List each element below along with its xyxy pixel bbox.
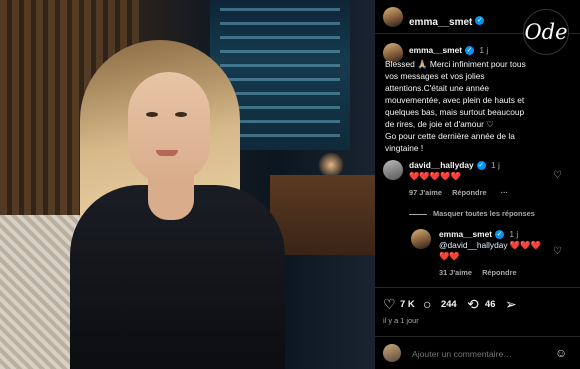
verified-badge-icon: ✓: [465, 46, 475, 56]
comment-more-icon[interactable]: ···: [501, 188, 508, 197]
divider: [409, 213, 427, 215]
hide-replies-row[interactable]: Masquer toutes les réponses: [409, 209, 535, 218]
comment-composer: ☺: [375, 336, 580, 369]
verified-badge-icon: ✓: [476, 161, 486, 171]
ode-logo: Ode: [523, 9, 569, 55]
author-name[interactable]: emma__smet: [409, 17, 472, 28]
caption-line: Go pour cette dernière année de la: [385, 131, 515, 141]
header-author[interactable]: emma__smet ✓: [409, 12, 485, 30]
reply-heart-icon[interactable]: ♡: [553, 246, 562, 257]
caption-line: vingtaine !: [385, 143, 424, 153]
caption-line: Blessed 🙏🏼 Merci infiniment pour tous: [385, 59, 526, 69]
comment-likes[interactable]: 97 J'aime: [409, 188, 442, 197]
smile: [156, 150, 178, 156]
verified-badge-icon: ✓: [495, 230, 505, 240]
comment-text: ❤️❤️❤️❤️❤️: [409, 171, 462, 181]
verified-badge-icon: ✓: [475, 16, 485, 26]
reply-author[interactable]: emma__smet: [439, 229, 492, 239]
comment-author[interactable]: david__hallyday: [409, 160, 474, 170]
reply-meta: 31 J'aime Répondre: [439, 268, 517, 277]
viewer-avatar: [383, 344, 401, 362]
comment-heart-icon[interactable]: ♡: [553, 170, 562, 181]
reply-mention[interactable]: @david__hallyday: [439, 240, 508, 250]
post-time-ago: il y a 1 jour: [383, 316, 419, 325]
share-icon[interactable]: ➢: [505, 296, 517, 313]
commenter-avatar[interactable]: [383, 160, 403, 180]
reply-avatar[interactable]: [411, 229, 431, 249]
reply-text: @david__hallyday ❤️❤️❤️: [439, 240, 541, 251]
comment-header: david__hallyday ✓ 1 j: [409, 160, 500, 171]
reply-time: 1 j: [509, 229, 519, 239]
face: [128, 72, 210, 182]
reposts-count: 46: [485, 298, 496, 309]
comments-count: 244: [441, 298, 457, 309]
caption-line: vos messages et vos jolies: [385, 71, 485, 81]
reply-reply-button[interactable]: Répondre: [482, 268, 517, 277]
post-side-panel: emma__smet ✓ Ode emma__smet ✓ 1 j Blessed …: [375, 0, 580, 369]
post-photo: [0, 0, 375, 369]
restaurant-table: [270, 175, 375, 255]
comment-time: 1 j: [491, 160, 500, 170]
caption-line: de rires, de joie et d'amour ♡: [385, 119, 494, 129]
hide-replies-button[interactable]: Masquer toutes les réponses: [433, 209, 535, 218]
eye-left: [146, 112, 158, 117]
caption-line: quelques bas, mais surtout beaucoup: [385, 107, 525, 117]
reply-header: emma__smet ✓ 1 j: [439, 229, 519, 240]
reply-hearts: ❤️❤️❤️: [509, 240, 542, 250]
caption-text: Blessed 🙏🏼 Merci infiniment pour tous vo…: [385, 58, 565, 154]
caption-line: mouvementée, avec plein de hauts et: [385, 95, 525, 105]
repost-icon[interactable]: ⟲: [467, 296, 479, 313]
comment-meta: 97 J'aime Répondre ···: [409, 188, 508, 197]
heart-icon[interactable]: ♡: [383, 296, 396, 313]
add-comment-input[interactable]: [412, 349, 542, 359]
caption-author[interactable]: emma__smet: [409, 45, 462, 55]
reply-hearts-line2: ❤️❤️: [439, 251, 460, 261]
likes-count[interactable]: 7 K: [400, 298, 415, 309]
author-avatar[interactable]: [383, 7, 403, 27]
comment-reply-button[interactable]: Répondre: [452, 188, 487, 197]
caption-header: emma__smet ✓ 1 j: [409, 45, 489, 56]
caption-line: attentions.C'était une année: [385, 83, 490, 93]
emoji-icon[interactable]: ☺: [555, 346, 567, 360]
eye-right: [175, 112, 187, 117]
caption-time: 1 j: [479, 45, 489, 55]
comment-icon[interactable]: ○: [423, 296, 431, 312]
reply-likes[interactable]: 31 J'aime: [439, 268, 472, 277]
